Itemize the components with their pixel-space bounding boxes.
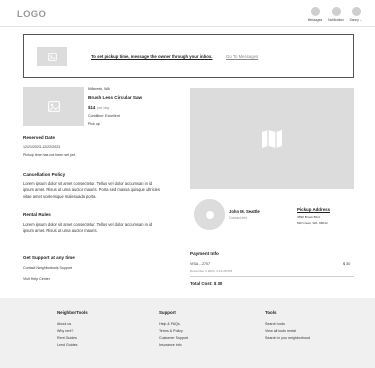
message-icon — [310, 7, 320, 16]
help-center-link[interactable]: Visit Help Center — [23, 277, 50, 281]
owner-name: John M. Seattle — [229, 209, 260, 214]
product-condition: Condition: Excellent — [88, 114, 120, 118]
payment-amount: $ 30 — [343, 262, 351, 266]
product-title: Brush Less Circular Saw — [88, 95, 143, 100]
logo[interactable]: LOGO — [17, 9, 46, 20]
nav-profile-label: Danny ⌄ — [349, 18, 363, 22]
footer-link-neighborhood[interactable]: Search in you neighborhood — [265, 336, 310, 340]
go-to-messages-link[interactable]: Go To Messages — [226, 54, 258, 59]
map-icon — [262, 129, 282, 148]
footer: NeighborTools About us Why rent? Rent Gu… — [0, 298, 375, 368]
product-pickup: Pick up — [88, 122, 100, 126]
rental-rules-heading: Rental Rules — [23, 212, 51, 217]
payment-date: December 1 2023, 3:14:28 PM — [190, 269, 233, 273]
pickup-address-heading[interactable]: Pickup Address — [297, 207, 330, 212]
cancellation-text: Lorem ipsum dolor sit amet consectetur. … — [23, 181, 160, 199]
footer-heading-tools: Tools — [265, 310, 277, 315]
chevron-down-icon: ⌄ — [359, 18, 363, 22]
payment-card: VISA ...2707 — [190, 262, 210, 266]
footer-link-why-rent[interactable]: Why rent? — [57, 329, 73, 333]
nav-profile[interactable]: Danny ⌄ — [342, 7, 370, 22]
product-image[interactable] — [23, 87, 84, 126]
payment-heading: Payment Info — [190, 251, 219, 256]
pickup-time-note: Pickup time has not been set yet. — [23, 153, 76, 157]
footer-link-view-all[interactable]: View all tools rental — [265, 329, 296, 333]
owner-contact-info[interactable]: Contact info — [229, 216, 247, 220]
notification-icon — [331, 7, 341, 16]
divider — [190, 276, 354, 277]
product-location: Millcreek, WA — [88, 87, 110, 91]
footer-heading-neighbortools: NeighborTools — [57, 310, 88, 315]
pickup-address-line2: Mill Creek, WA, 98012 — [297, 221, 328, 225]
price-unit: per day — [97, 106, 110, 110]
footer-link-about[interactable]: About us — [57, 322, 71, 326]
rental-rules-text: Lorem ipsum dolor sit amet consectetur. … — [23, 222, 153, 234]
image-placeholder-icon — [37, 47, 67, 66]
footer-link-search-tools[interactable]: Search tools — [265, 322, 285, 326]
cancellation-heading: Cancellation Policy — [23, 172, 66, 177]
top-header: LOGO Messages Notification Danny ⌄ — [0, 0, 375, 27]
footer-link-insurance[interactable]: Insurance info — [159, 343, 182, 347]
footer-heading-support: Support — [159, 310, 176, 315]
pickup-address-line1: 4590 Brook Blvd — [297, 215, 320, 219]
reserved-date-heading: Reserved Date — [23, 135, 55, 140]
product-price: $14 per day — [88, 105, 110, 110]
support-heading: Get Support at any time — [23, 255, 75, 260]
pickup-banner: To set pickup time, message the owner th… — [23, 34, 354, 78]
footer-link-rent-guides[interactable]: Rent Guides — [57, 336, 77, 340]
footer-link-help-faqs[interactable]: Help & FAQs — [159, 322, 180, 326]
image-icon — [47, 101, 60, 112]
footer-link-lend-guides[interactable]: Lend Guides — [57, 343, 77, 347]
banner-message[interactable]: To set pickup time, message the owner th… — [91, 54, 212, 59]
map[interactable] — [190, 88, 354, 189]
footer-link-customer-support[interactable]: Customer Support — [159, 336, 188, 340]
avatar[interactable] — [194, 199, 225, 230]
contact-support-link[interactable]: Contact Neighbortools Support — [23, 266, 72, 270]
footer-link-terms[interactable]: Terms & Policy — [159, 329, 183, 333]
profile-icon — [351, 7, 361, 16]
reserved-dates: 12/21/2023-12/22/2023 — [23, 145, 61, 149]
total-cost: Total Cost: $ 30 — [190, 281, 223, 286]
